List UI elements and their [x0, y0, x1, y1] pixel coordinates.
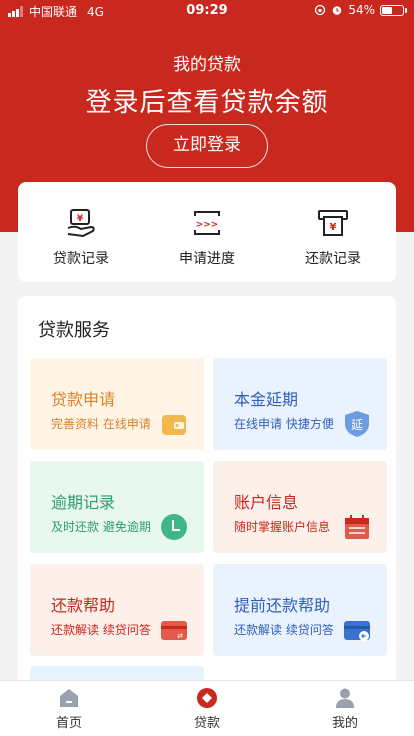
- svg-text:>>>: >>>: [196, 220, 219, 230]
- svg-text:⇄: ⇄: [177, 632, 183, 640]
- home-icon: [60, 689, 78, 707]
- tab-home[interactable]: 首页: [0, 681, 138, 736]
- quick-action-label: 申请进度: [179, 251, 235, 267]
- svg-text:延: 延: [351, 418, 363, 432]
- quick-action-loan-record[interactable]: ¥ 贷款记录: [18, 182, 144, 282]
- services-title: 贷款服务: [38, 320, 110, 341]
- wallet-icon: [162, 415, 186, 435]
- service-desc: 还款解读 续贷问答: [51, 623, 151, 637]
- login-button[interactable]: 立即登录: [146, 124, 268, 168]
- card-back-icon: [344, 621, 370, 641]
- loan-icon: [197, 688, 217, 708]
- tab-mine[interactable]: 我的: [276, 681, 414, 736]
- clock-icon: [161, 514, 187, 540]
- service-principal-extension[interactable]: 本金延期 在线申请 快捷方便 延: [213, 358, 387, 450]
- bottom-tab-bar: 首页 贷款 我的: [0, 680, 414, 736]
- card-icon: ⇄: [161, 621, 187, 640]
- service-loan-application[interactable]: 贷款申请 完善资料 在线申请: [30, 358, 204, 450]
- tab-label: 我的: [331, 716, 358, 731]
- progress-icon: >>>: [194, 211, 220, 235]
- page-title: 我的贷款: [173, 55, 241, 75]
- tab-loan[interactable]: 贷款: [138, 681, 276, 736]
- service-overdue-record[interactable]: 逾期记录 及时还款 避免逾期: [30, 461, 204, 553]
- battery-percent: 54%: [348, 3, 375, 17]
- service-desc: 随时掌握账户信息: [234, 520, 331, 534]
- tab-label: 首页: [55, 716, 82, 731]
- svg-text:¥: ¥: [77, 214, 84, 224]
- loan-record-icon: ¥: [67, 209, 95, 238]
- service-desc: 在线申请 快捷方便: [234, 417, 334, 431]
- service-desc: 及时还款 避免逾期: [51, 520, 151, 534]
- battery-icon: [380, 4, 407, 16]
- extend-shield-icon: 延: [345, 411, 369, 437]
- calendar-icon: [345, 515, 369, 539]
- loan-services-panel: 贷款服务 贷款申请 完善资料 在线申请 本金延期 在线申请 快捷方便 延 逾期记…: [18, 296, 396, 696]
- service-early-repayment-help[interactable]: 提前还款帮助 还款解读 续贷问答: [213, 564, 387, 656]
- service-title: 贷款申请: [51, 390, 116, 409]
- service-title: 提前还款帮助: [234, 596, 331, 615]
- user-icon: [336, 688, 354, 708]
- alarm-icon: [333, 6, 342, 15]
- quick-action-progress[interactable]: >>> 申请进度: [144, 182, 270, 282]
- status-bar: 中国联通 4G 09:29 54%: [0, 0, 414, 22]
- quick-action-repayment-record[interactable]: ¥ 还款记录: [270, 182, 396, 282]
- service-desc: 完善资料 在线申请: [51, 417, 151, 431]
- service-repayment-help[interactable]: 还款帮助 还款解读 续贷问答 ⇄: [30, 564, 204, 656]
- service-title: 逾期记录: [51, 493, 116, 512]
- service-title: 账户信息: [234, 493, 299, 512]
- service-title: 本金延期: [234, 390, 299, 409]
- quick-action-label: 还款记录: [305, 251, 361, 267]
- lock-rotation-icon: [315, 4, 326, 16]
- quick-actions-card: ¥ 贷款记录 >>> 申请进度 ¥ 还款记录: [18, 182, 396, 282]
- service-desc: 还款解读 续贷问答: [234, 623, 334, 637]
- service-title: 还款帮助: [51, 596, 116, 615]
- svg-text:¥: ¥: [330, 222, 337, 233]
- repayment-record-icon: ¥: [318, 210, 348, 236]
- service-account-info[interactable]: 账户信息 随时掌握账户信息: [213, 461, 387, 553]
- quick-action-label: 贷款记录: [53, 251, 109, 267]
- tab-label: 贷款: [193, 716, 220, 731]
- balance-prompt: 登录后查看贷款余额: [85, 88, 329, 118]
